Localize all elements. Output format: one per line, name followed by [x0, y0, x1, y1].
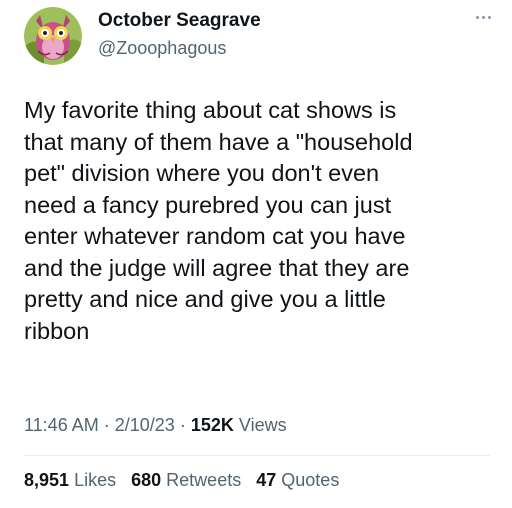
- engagement-stats: 8,951 Likes 680 Retweets 47 Quotes: [24, 470, 349, 491]
- quotes-count: 47: [256, 470, 277, 490]
- retweets-count: 680: [131, 470, 162, 490]
- tweet-time[interactable]: 11:46 AM: [24, 415, 99, 435]
- likes-count: 8,951: [24, 470, 70, 490]
- divider: [24, 455, 490, 456]
- tweet-line: My favorite thing about cat shows is: [24, 97, 397, 123]
- tweet-metadata: 11:46 AM · 2/10/23 · 152K Views: [24, 415, 287, 436]
- more-options-button[interactable]: [472, 10, 494, 24]
- tweet-text: My favorite thing about cat shows is tha…: [24, 95, 510, 347]
- likes-label: Likes: [74, 470, 117, 490]
- more-options-icon: [475, 15, 479, 19]
- tweet-line: pet" division where you don't even: [24, 160, 380, 186]
- tweet-line: enter whatever random cat you have: [24, 223, 406, 249]
- author-name[interactable]: October Seagrave: [98, 10, 261, 32]
- owl-avatar-icon: [24, 7, 82, 65]
- retweets-label: Retweets: [166, 470, 242, 490]
- tweet-date[interactable]: 2/10/23: [115, 415, 175, 435]
- separator: ·: [103, 415, 110, 435]
- tweet-line: pretty and nice and give you a little: [24, 286, 386, 312]
- quotes-label: Quotes: [281, 470, 340, 490]
- quotes-stat[interactable]: 47 Quotes: [256, 470, 339, 490]
- tweet-line: need a fancy purebred you can just: [24, 191, 392, 218]
- retweets-stat[interactable]: 680 Retweets: [131, 470, 246, 490]
- avatar[interactable]: [24, 7, 82, 65]
- tweet-line: ribbon: [24, 317, 90, 344]
- author-handle[interactable]: @Zooophagous: [98, 38, 226, 59]
- views-label: Views: [238, 415, 287, 435]
- separator: ·: [179, 415, 186, 435]
- tweet-line: and the judge will agree that they are: [24, 254, 410, 281]
- views-count: 152K: [190, 415, 234, 435]
- tweet-line: that many of them have a "household: [24, 128, 413, 155]
- likes-stat[interactable]: 8,951 Likes: [24, 470, 121, 490]
